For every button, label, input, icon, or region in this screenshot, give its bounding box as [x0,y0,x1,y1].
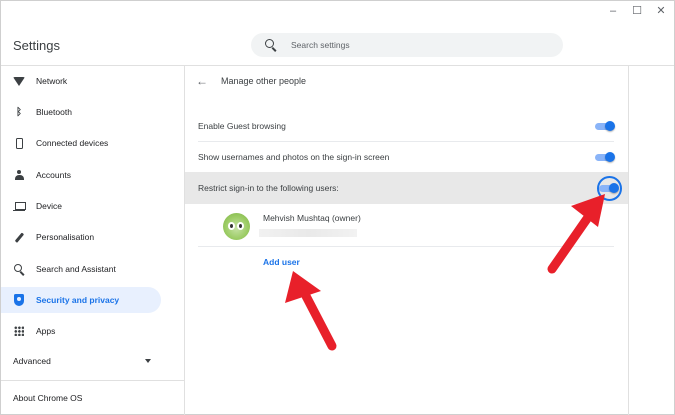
arrow-to-toggle-icon [547,194,605,274]
annotation-arrows [285,194,605,351]
settings-window: – ☐ ✕ Settings Search settings Network ᛒ… [0,0,675,415]
arrow-to-add-user-icon [285,271,337,351]
